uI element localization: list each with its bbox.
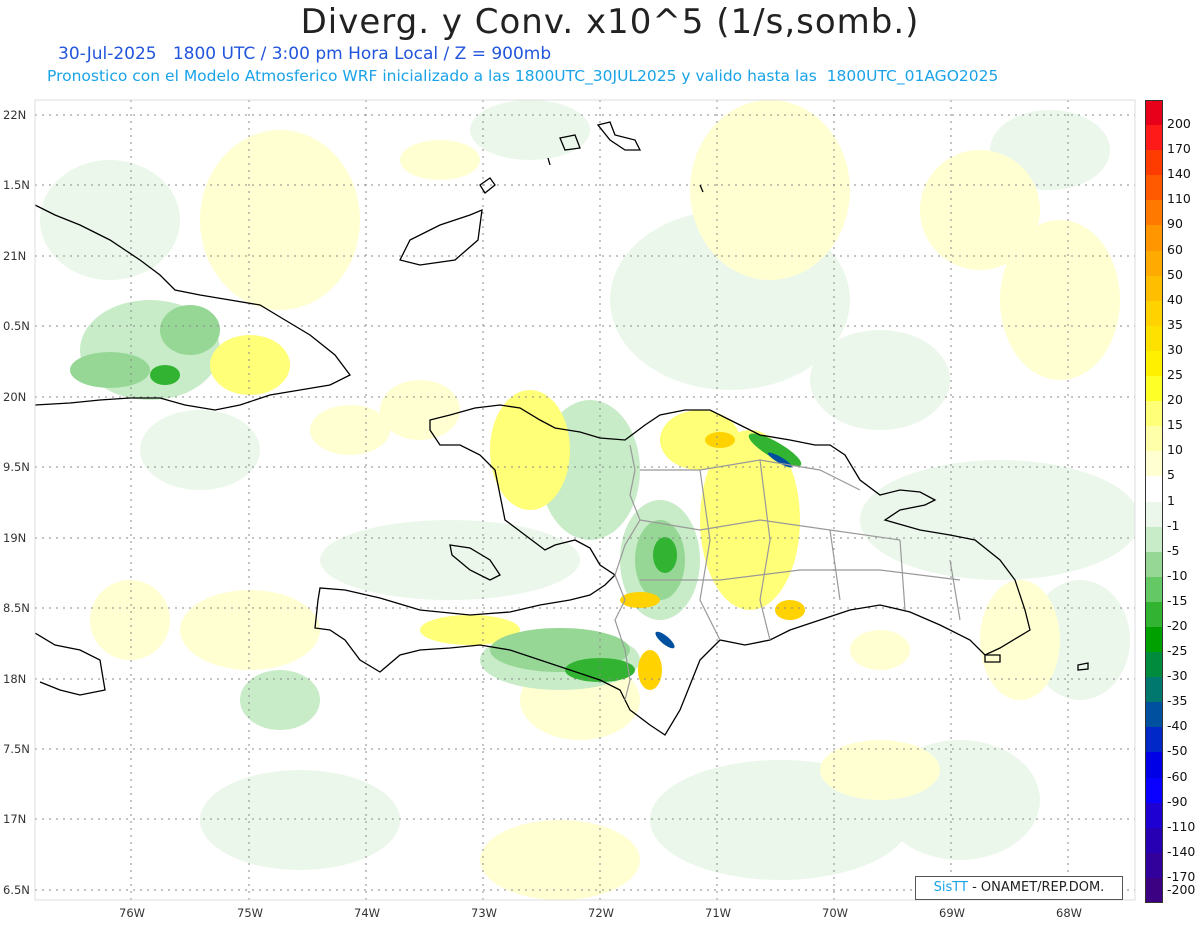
colorbar-segment (1145, 100, 1163, 126)
colorbar-segment (1145, 576, 1163, 602)
colorbar-label: -30 (1167, 668, 1188, 684)
lat-tick-label: 9.5N (3, 460, 30, 474)
colorbar-segment (1145, 526, 1163, 552)
colorbar-segment (1145, 200, 1163, 226)
lon-tick-label: 72W (588, 906, 615, 920)
colorbar-segment (1145, 476, 1163, 502)
colorbar-label: 110 (1167, 191, 1191, 207)
colorbar-segment (1145, 652, 1163, 678)
lat-tick-label: 20N (3, 390, 27, 404)
colorbar-label: -40 (1167, 718, 1188, 734)
colorbar-segment (1145, 350, 1163, 377)
colorbar-label: -10 (1167, 567, 1188, 583)
lon-tick-label: 74W (354, 906, 381, 920)
colorbar-label: 20 (1167, 392, 1183, 408)
colorbar-label: -60 (1167, 768, 1188, 784)
colorbar-segment (1145, 877, 1163, 903)
colorbar-label: 10 (1167, 442, 1183, 458)
lat-tick-label: 8.5N (3, 601, 30, 615)
lon-tick-label: 73W (471, 906, 498, 920)
colorbar-label: -35 (1167, 693, 1188, 709)
colorbar-label: -140 (1167, 843, 1196, 859)
colorbar-segment (1145, 827, 1163, 853)
colorbar-segment (1145, 150, 1163, 176)
colorbar-label: -1 (1167, 517, 1180, 533)
colorbar-label: -25 (1167, 643, 1188, 659)
colorbar-label: 25 (1167, 367, 1183, 383)
colorbar-label: 50 (1167, 266, 1183, 282)
lon-tick-label: 71W (705, 906, 732, 920)
colorbar-label: -15 (1167, 592, 1188, 608)
colorbar-segment (1145, 752, 1163, 778)
colorbar-label: 1 (1167, 492, 1175, 508)
colorbar-segment (1145, 501, 1163, 527)
colorbar-segment (1145, 601, 1163, 627)
lat-tick-label: 21N (3, 249, 27, 263)
colorbar-segment (1145, 777, 1163, 803)
lat-tick-label: 0.5N (3, 319, 30, 333)
colorbar-segment (1145, 325, 1163, 351)
colorbar-segment (1145, 702, 1163, 728)
lat-tick-label: 22N (3, 108, 27, 122)
colorbar-label: 140 (1167, 166, 1191, 182)
colorbar-segment (1145, 802, 1163, 828)
colorbar-label: 30 (1167, 341, 1183, 357)
lon-tick-label: 69W (939, 906, 966, 920)
colorbar-label: -20 (1167, 617, 1188, 633)
lat-tick-label: 1.5N (3, 178, 30, 192)
colorbar-segment (1145, 551, 1163, 577)
colorbar-segment (1145, 677, 1163, 703)
colorbar-label: -90 (1167, 793, 1188, 809)
lat-tick-label: 18N (3, 672, 27, 686)
credit-logo-text: SisTT (933, 880, 968, 895)
colorbar-label: 40 (1167, 291, 1183, 307)
colorbar-label: 15 (1167, 417, 1183, 433)
lon-tick-label: 76W (119, 906, 146, 920)
colorbar-segment (1145, 852, 1163, 878)
colorbar-label: 200 (1167, 116, 1191, 132)
colorbar-segment (1145, 626, 1163, 653)
colorbar-segment (1145, 426, 1163, 452)
colorbar-label: 170 (1167, 141, 1191, 157)
lon-tick-label: 68W (1056, 906, 1083, 920)
colorbar-label: -5 (1167, 542, 1180, 558)
colorbar-segment (1145, 175, 1163, 201)
credit-text: - ONAMET/REP.DOM. (967, 880, 1105, 895)
colorbar-label: -110 (1167, 818, 1196, 834)
lat-tick-label: 17N (3, 812, 27, 826)
lat-tick-label: 6.5N (3, 883, 30, 897)
map-plot (34, 99, 1136, 901)
colorbar-segment (1145, 376, 1163, 402)
credit-box: SisTT - ONAMET/REP.DOM. (915, 876, 1123, 900)
colorbar-label: 5 (1167, 467, 1175, 483)
lat-tick-label: 7.5N (3, 742, 30, 756)
colorbar-segment (1145, 225, 1163, 251)
colorbar-segment (1145, 451, 1163, 477)
lon-tick-label: 75W (237, 906, 264, 920)
colorbar-label: -50 (1167, 743, 1188, 759)
colorbar-segment (1145, 300, 1163, 326)
colorbar-segment (1145, 727, 1163, 753)
lon-tick-label: 70W (822, 906, 849, 920)
colorbar-segment (1145, 275, 1163, 301)
colorbar-label: 60 (1167, 241, 1183, 257)
colorbar-label: 35 (1167, 316, 1183, 332)
contour-field (40, 100, 1135, 900)
colorbar-segment (1145, 250, 1163, 276)
colorbar-segment (1145, 401, 1163, 427)
colorbar-label: 90 (1167, 216, 1183, 232)
lat-tick-label: 19N (3, 531, 27, 545)
colorbar (1145, 100, 1163, 903)
colorbar-label: -200 (1167, 881, 1196, 897)
colorbar-segment (1145, 125, 1163, 151)
